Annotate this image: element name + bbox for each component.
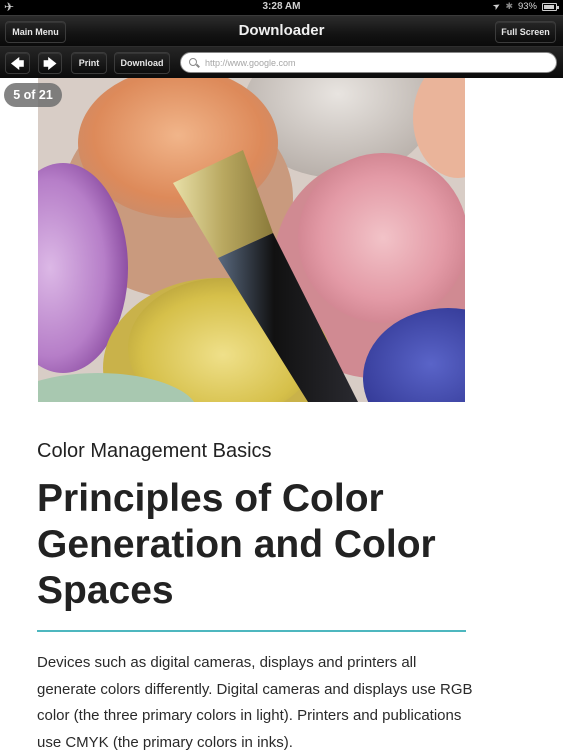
article-body: Devices such as digital cameras, display… — [37, 654, 473, 750]
battery-fill — [544, 4, 555, 9]
navigation-bar: Main Menu Downloader Full Screen — [0, 15, 563, 46]
paint-jars-illustration — [38, 78, 465, 402]
page-counter-badge: 5 of 21 — [4, 83, 62, 107]
bluetooth-icon: ✱ — [505, 1, 513, 11]
search-icon — [189, 57, 200, 68]
url-input[interactable] — [205, 57, 535, 68]
paint-jars-image — [38, 78, 465, 402]
status-bar: ✈ 3:28 AM ➤ ✱ 93% — [0, 0, 563, 15]
battery-percent: 93% — [517, 1, 537, 12]
browser-toolbar: 🡄 🡆 Print Download — [0, 46, 563, 78]
back-button[interactable]: 🡄 — [5, 52, 30, 74]
document-view[interactable]: 5 of 21 Color Management Basics Principl… — [0, 78, 563, 750]
full-screen-button[interactable]: Full Screen — [495, 21, 556, 43]
status-indicators: ➤ ✱ 93% — [490, 0, 559, 13]
status-time: 3:28 AM — [262, 1, 301, 12]
divider-rule — [37, 630, 466, 632]
left-arrow-icon: 🡄 — [10, 55, 25, 71]
right-arrow-icon: 🡆 — [43, 55, 57, 71]
article-kicker: Color Management Basics — [37, 440, 272, 462]
forward-button[interactable]: 🡆 — [38, 52, 62, 74]
app-title: Downloader — [238, 22, 325, 39]
article-headline: Principles of Color Generation and Color… — [37, 477, 436, 612]
battery-icon — [542, 2, 559, 11]
download-button[interactable]: Download — [114, 52, 170, 74]
print-button[interactable]: Print — [71, 52, 107, 74]
pink-jar-paint — [298, 153, 465, 323]
url-bar[interactable] — [180, 52, 557, 73]
location-arrow-icon: ➤ — [490, 0, 503, 13]
